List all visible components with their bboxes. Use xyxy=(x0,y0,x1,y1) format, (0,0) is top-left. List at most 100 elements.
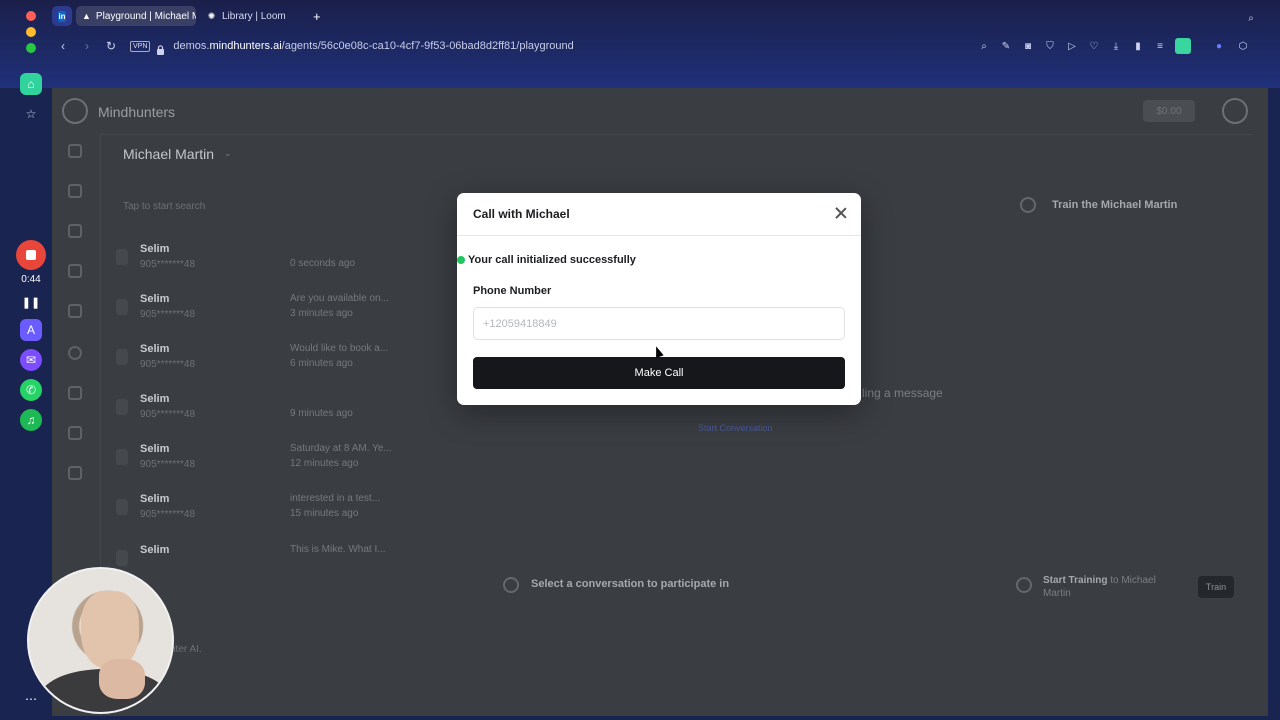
new-tab-button[interactable]: + xyxy=(308,7,326,25)
spotify-icon[interactable]: ♫ xyxy=(20,409,42,431)
camera-icon[interactable]: ◙ xyxy=(1022,40,1034,52)
battery-icon[interactable]: ▮ xyxy=(1132,40,1144,52)
list-item[interactable]: Selim 905*******48 interested in a test.… xyxy=(116,493,446,533)
app-icon[interactable]: A xyxy=(20,319,42,341)
vpn-badge[interactable]: VPN xyxy=(130,40,151,52)
contact-phone: 905*******48 xyxy=(140,459,196,470)
whatsapp-icon[interactable]: ✆ xyxy=(20,379,42,401)
select-conversation-text: Select a conversation to participate in xyxy=(531,578,730,590)
checkbox[interactable] xyxy=(116,399,128,415)
tab-label: Playground | Michael Ma xyxy=(95,10,196,22)
webcam-hand xyxy=(99,659,145,699)
contact-name: Selim xyxy=(140,493,170,505)
shield-icon[interactable]: ⛉ xyxy=(1044,40,1056,52)
train-button[interactable]: Train xyxy=(1198,576,1234,598)
start-training-label: Start Training xyxy=(1043,575,1108,586)
extension-icon[interactable] xyxy=(1175,38,1191,54)
pause-icon[interactable]: ❚❚ xyxy=(21,294,41,310)
webcam-face xyxy=(81,591,139,669)
star-icon[interactable]: ☆ xyxy=(20,103,42,125)
close-window-button[interactable] xyxy=(26,11,36,21)
recording-timer: 0:44 xyxy=(21,274,41,285)
conversation-preview: Saturday at 8 AM. Ye... xyxy=(290,443,392,454)
conversation-time: 9 minutes ago xyxy=(290,408,353,419)
workflow-icon[interactable] xyxy=(68,264,82,278)
avatar[interactable] xyxy=(1222,98,1248,124)
conversation-preview: interested in a test... xyxy=(290,493,381,504)
integrations-icon[interactable] xyxy=(68,466,82,480)
checkbox[interactable] xyxy=(116,449,128,465)
list-item[interactable]: Selim 905*******48 0 seconds ago xyxy=(116,243,446,283)
cube-icon[interactable]: ⬡ xyxy=(1237,40,1249,52)
url-field[interactable]: demos.mindhunters.ai/agents/56c0e08c-ca1… xyxy=(173,40,573,52)
list-item[interactable]: Selim 905*******48 Are you available on.… xyxy=(116,293,446,333)
layers-icon[interactable] xyxy=(68,144,82,158)
lock-icon[interactable] xyxy=(156,42,165,55)
zoom-icon[interactable]: ⌕ xyxy=(978,40,990,52)
modal-title: Call with Michael xyxy=(473,207,570,221)
linkedin-icon: in xyxy=(58,10,66,22)
agent-name[interactable]: Michael Martin xyxy=(123,146,214,162)
tab-loom[interactable]: ✺ Library | Loom xyxy=(200,6,292,26)
start-training-text: Start Training to Michael Martin xyxy=(1043,574,1183,600)
modal-header: Call with Michael xyxy=(457,193,861,236)
brand-logo xyxy=(62,98,88,124)
checkbox[interactable] xyxy=(116,499,128,515)
checkbox[interactable] xyxy=(116,550,128,566)
webcam-bubble[interactable] xyxy=(27,567,174,714)
tab-playground[interactable]: ▲ Playground | Michael Ma xyxy=(76,6,196,26)
list-item[interactable]: Selim 905*******48 Saturday at 8 AM. Ye.… xyxy=(116,443,446,483)
play-icon[interactable]: ▷ xyxy=(1066,40,1078,52)
conversation-time: 6 minutes ago xyxy=(290,358,353,369)
home-icon[interactable]: ⌂ xyxy=(20,73,42,95)
settings-icon[interactable] xyxy=(68,346,82,360)
conversation-preview: This is Mike. What I... xyxy=(290,544,386,555)
stop-recording-button[interactable] xyxy=(16,240,46,270)
contact-phone: 905*******48 xyxy=(140,509,196,520)
close-icon[interactable] xyxy=(835,207,847,219)
gear-icon[interactable] xyxy=(68,386,82,400)
branch-icon[interactable] xyxy=(68,304,82,318)
conversation-time: 3 minutes ago xyxy=(290,308,353,319)
wallet-badge[interactable]: $0.00 xyxy=(1143,100,1195,122)
maximize-window-button[interactable] xyxy=(26,43,36,53)
reload-button[interactable]: ↻ xyxy=(100,36,122,56)
contact-name: Selim xyxy=(140,293,170,305)
agent-logo-icon xyxy=(503,577,519,593)
contact-phone: 905*******48 xyxy=(140,309,196,320)
search-tabs-icon[interactable]: ⌕ xyxy=(1245,12,1257,24)
conversation-preview: Would like to book a... xyxy=(290,343,389,354)
contact-phone: 905*******48 xyxy=(140,409,196,420)
tag-icon[interactable] xyxy=(68,224,82,238)
conversation-search[interactable]: Tap to start search xyxy=(123,201,205,212)
grid-icon[interactable] xyxy=(68,184,82,198)
phone-number-input[interactable] xyxy=(473,307,845,340)
forward-button[interactable]: › xyxy=(76,36,98,56)
checkbox[interactable] xyxy=(116,349,128,365)
loom-icon: ✺ xyxy=(207,10,216,21)
apps-icon[interactable] xyxy=(68,426,82,440)
minimize-window-button[interactable] xyxy=(26,27,36,37)
make-call-button[interactable]: Make Call xyxy=(473,357,845,389)
edit-icon[interactable]: ✎ xyxy=(1000,40,1012,52)
mindhunters-favicon: ▲ xyxy=(82,11,91,21)
alien-icon[interactable]: ● xyxy=(1213,40,1225,52)
messenger-icon[interactable]: ✉ xyxy=(20,349,42,371)
agent-logo-icon xyxy=(1016,577,1032,593)
conversation-preview: Are you available on... xyxy=(290,293,389,304)
heart-icon[interactable]: ♡ xyxy=(1088,40,1100,52)
menu-icon[interactable]: ≡ xyxy=(1154,40,1166,52)
checkbox[interactable] xyxy=(116,249,128,265)
status-dot xyxy=(457,256,465,264)
brand-name: Mindhunters xyxy=(98,104,176,120)
back-button[interactable]: ‹ xyxy=(52,36,74,56)
checkbox[interactable] xyxy=(116,299,128,315)
download-icon[interactable]: ⤓ xyxy=(1110,40,1122,52)
tab-linkedin[interactable]: in xyxy=(52,6,72,26)
list-item[interactable]: Selim This is Mike. What I... xyxy=(116,544,446,584)
start-conversation-link[interactable]: Start Conversation xyxy=(698,423,773,433)
list-item[interactable]: Selim 905*******48 Would like to book a.… xyxy=(116,343,446,383)
stop-icon xyxy=(26,250,36,260)
chevron-down-icon[interactable]: ⌄ xyxy=(224,148,232,159)
list-item[interactable]: Selim 905*******48 9 minutes ago xyxy=(116,393,446,433)
